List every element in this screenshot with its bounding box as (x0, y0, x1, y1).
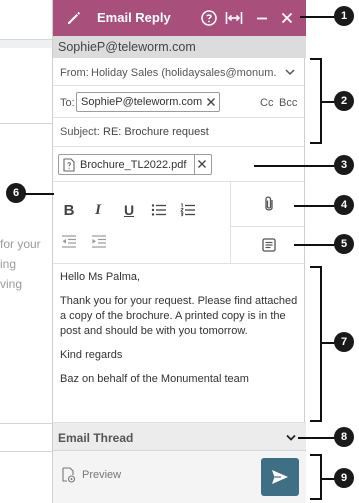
template-icon (261, 238, 276, 252)
callout-5: 5 (334, 234, 354, 254)
indent-icon (92, 235, 106, 248)
subject-label: Subject: (60, 126, 100, 138)
callout-4: 4 (334, 195, 354, 215)
pencil-icon (68, 11, 81, 24)
chevron-down-icon[interactable] (285, 68, 295, 76)
close-button[interactable] (277, 8, 297, 28)
subject-value[interactable]: RE: Brochure request (103, 126, 209, 138)
italic-button[interactable]: I (87, 200, 109, 220)
paperclip-icon (264, 196, 273, 211)
callout-leader (254, 165, 336, 167)
divider (194, 155, 195, 174)
callout-bracket (310, 58, 322, 144)
background-text: ving (0, 277, 23, 291)
numbered-list-icon (180, 203, 195, 217)
numbered-list-button[interactable] (177, 200, 199, 220)
background-text: for your (0, 237, 41, 251)
background-toolbar-strip (0, 40, 52, 48)
help-icon (201, 10, 217, 26)
expand-width-button[interactable] (224, 8, 244, 28)
email-reply-panel: Email Reply SophieP@teleworm.com From: H… (52, 0, 306, 503)
bullet-list-button[interactable] (148, 200, 170, 220)
body-closing: Kind regards (60, 349, 123, 361)
send-icon (272, 470, 288, 484)
callout-leader (294, 205, 336, 207)
subject-field[interactable]: Subject: RE: Brochure request (53, 118, 306, 147)
recipient-chip-label: SophieP@teleworm.com (81, 96, 203, 108)
preview-button[interactable]: Preview (61, 467, 121, 483)
from-value: Holiday Sales (holidaysales@monum... (91, 67, 276, 79)
callout-1: 1 (334, 6, 354, 26)
background-divider (0, 123, 52, 124)
outdent-icon (62, 235, 76, 248)
background-text: ing (0, 257, 17, 271)
remove-recipient-icon[interactable] (206, 97, 216, 107)
chevron-down-icon (286, 434, 296, 441)
decrease-indent-button[interactable] (58, 232, 80, 252)
send-button[interactable] (261, 458, 299, 496)
preview-label: Preview (82, 469, 122, 481)
email-thread-label: Email Thread (58, 431, 134, 445)
callout-leader (300, 16, 336, 18)
minimize-icon (257, 17, 267, 20)
remove-attachment-icon[interactable] (197, 159, 207, 169)
bullet-list-icon (151, 204, 166, 216)
file-icon (63, 157, 75, 172)
callout-leader (294, 244, 336, 246)
background-header (0, 0, 52, 40)
window-title: Email Reply (97, 10, 171, 25)
recipient-chip[interactable]: SophieP@teleworm.com (76, 92, 221, 112)
increase-indent-button[interactable] (88, 232, 110, 252)
body-greeting: Hello Ms Palma, (60, 271, 141, 283)
attachment-filename: Brochure_TL2022.pdf (80, 158, 187, 171)
background-divider (0, 423, 52, 424)
message-body[interactable]: Hello Ms Palma, Thank you for your reque… (53, 264, 306, 422)
preview-icon (62, 467, 76, 483)
bcc-button[interactable]: Bcc (279, 97, 297, 109)
to-label: To: (60, 97, 75, 109)
callout-bracket (310, 266, 322, 422)
body-paragraph: Thank you for your request. Please find … (60, 295, 298, 337)
callout-8: 8 (334, 427, 354, 447)
title-bar: Email Reply (53, 0, 306, 36)
recipient-banner: SophieP@teleworm.com (53, 36, 306, 58)
callout-leader (298, 437, 336, 439)
body-signature: Baz on behalf of the Monumental team (60, 373, 249, 385)
email-thread-toggle[interactable]: Email Thread (53, 422, 306, 451)
to-field[interactable]: To: SophieP@teleworm.com Cc Bcc (53, 86, 306, 118)
close-icon (281, 12, 293, 24)
from-field[interactable]: From: Holiday Sales (holidaysales@monum.… (53, 58, 306, 86)
callout-3: 3 (334, 155, 354, 175)
callout-bracket (310, 454, 322, 500)
callout-9: 9 (334, 468, 354, 488)
background-divider (0, 451, 52, 452)
formatting-toolbar: B I U (53, 182, 231, 264)
callout-6: 6 (6, 183, 26, 203)
cc-button[interactable]: Cc (260, 97, 273, 109)
callout-leader (24, 193, 54, 195)
compose-footer: Preview (53, 451, 306, 503)
from-label: From: (60, 67, 89, 79)
help-button[interactable] (199, 8, 219, 28)
minimize-button[interactable] (252, 8, 272, 28)
bold-button[interactable]: B (58, 200, 80, 220)
underline-button[interactable]: U (118, 200, 140, 220)
attachment-chip[interactable]: Brochure_TL2022.pdf (58, 154, 212, 175)
expand-width-icon (225, 12, 243, 24)
callout-7: 7 (334, 332, 354, 352)
callout-2: 2 (334, 91, 354, 111)
